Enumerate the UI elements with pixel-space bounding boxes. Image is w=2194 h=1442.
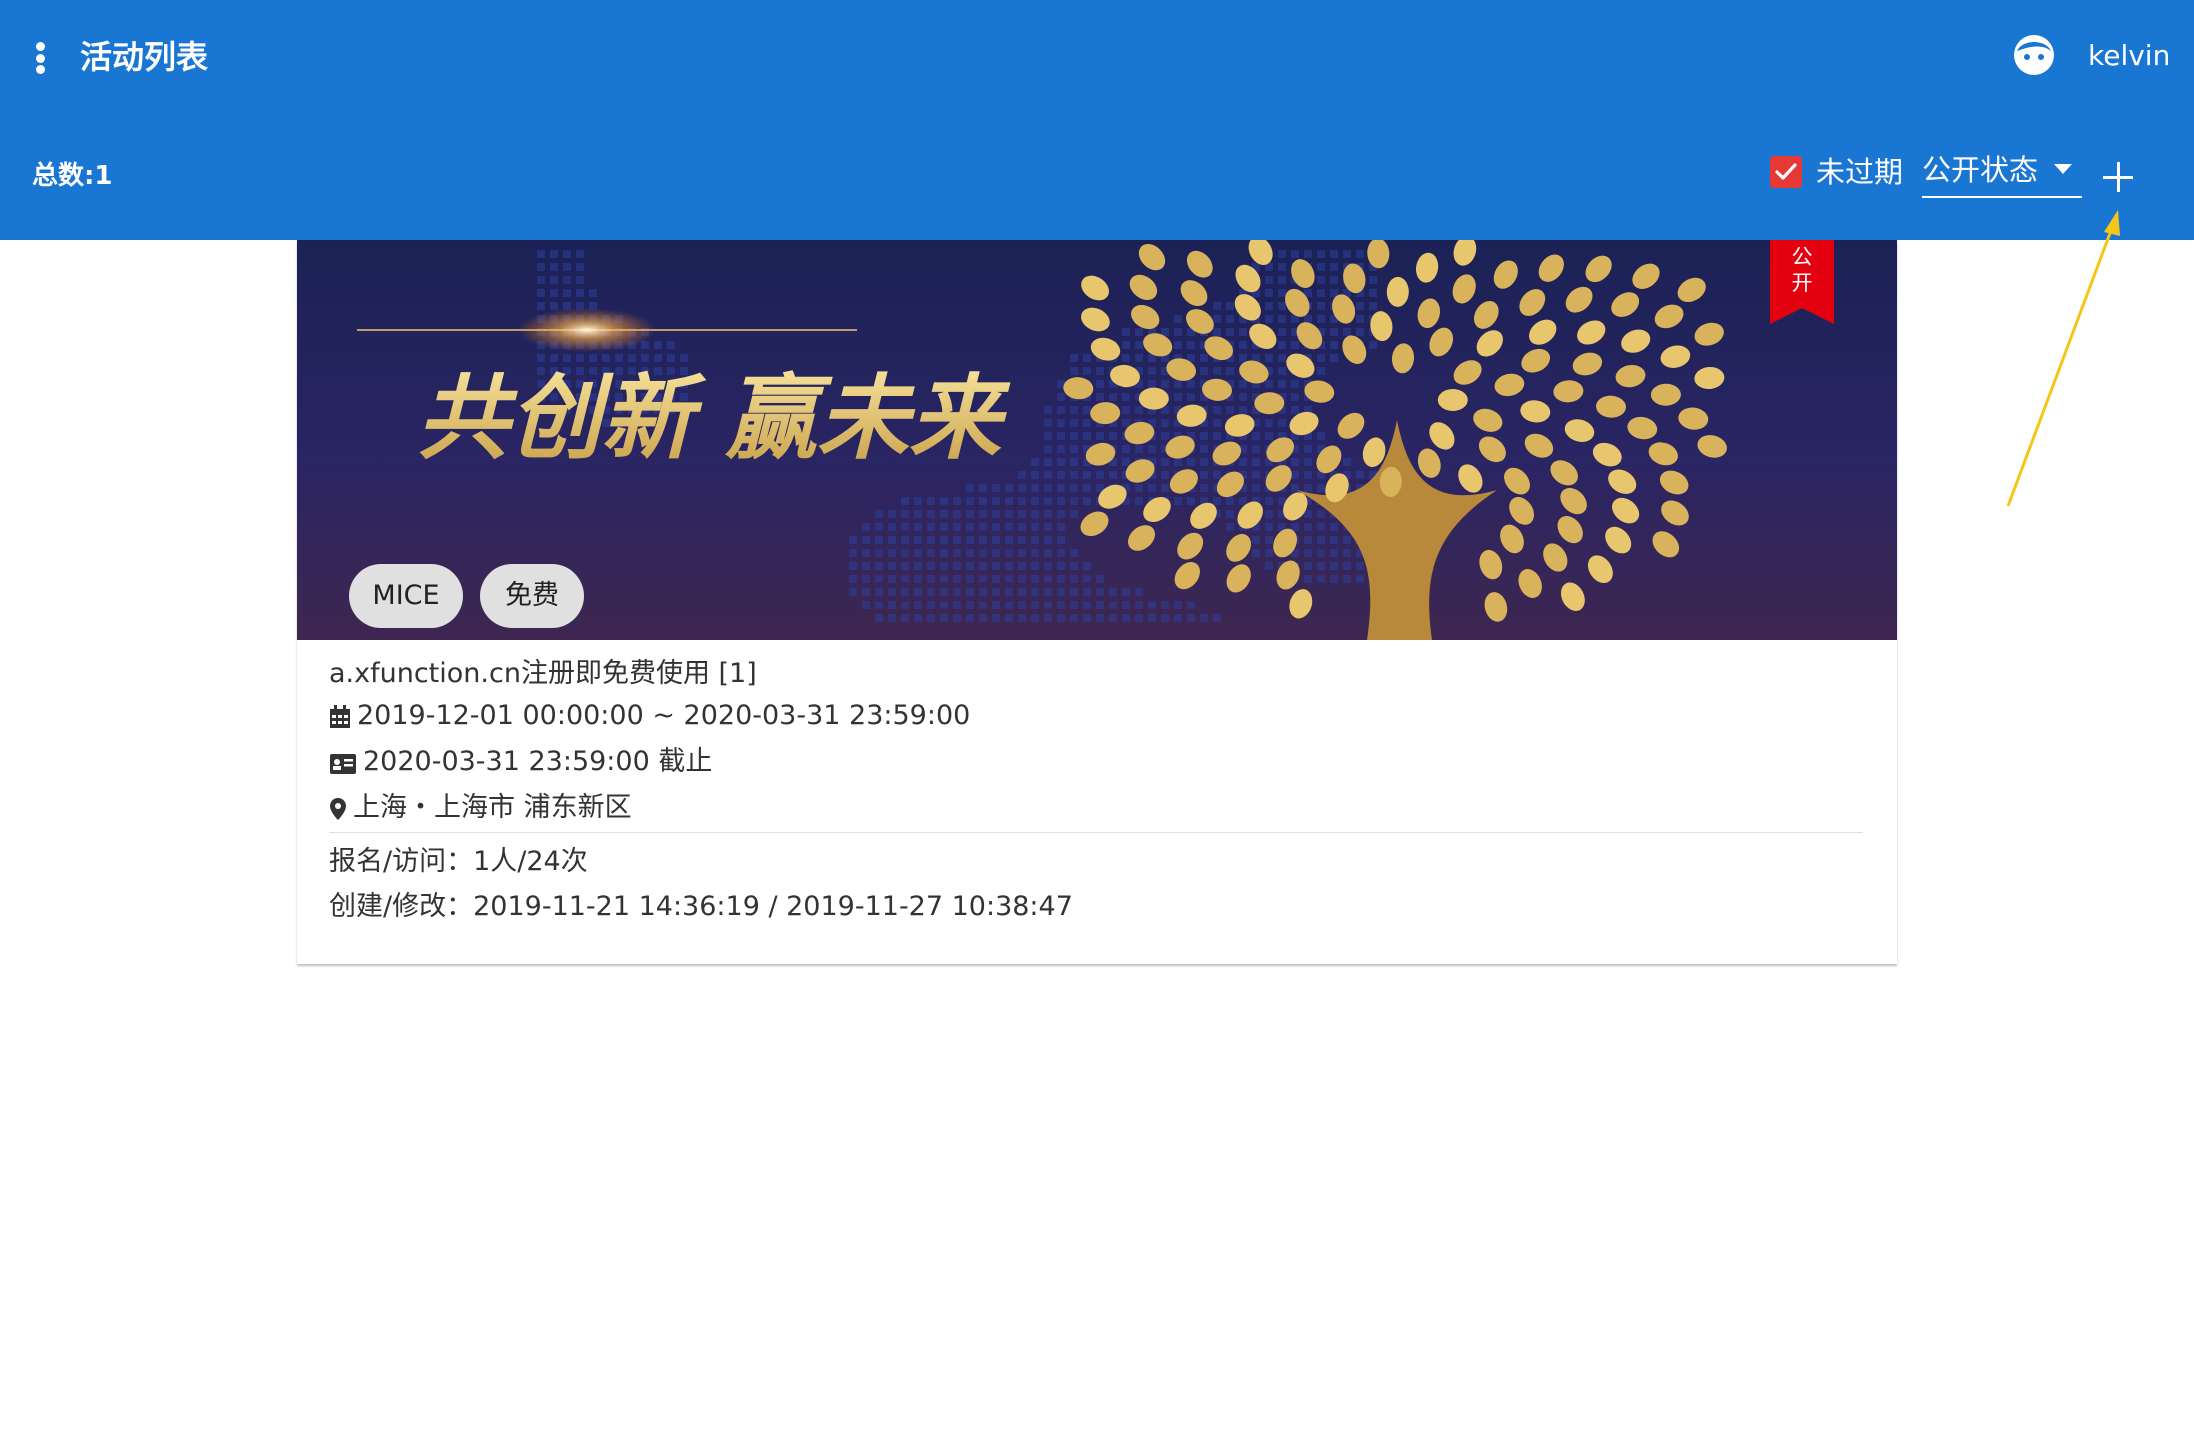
id-card-icon: [330, 754, 356, 774]
chevron-down-icon: [2054, 164, 2072, 174]
stats-label: 报名/访问：: [329, 846, 474, 877]
event-location-row: 上海・上海市 浦东新区: [329, 788, 632, 828]
event-deadline: 2020-03-31 23:59:00 截止: [363, 746, 713, 777]
event-date-range: 2019-12-01 00:00:00 ~ 2020-03-31 23:59:0…: [357, 700, 971, 731]
times-value: 2019-11-21 14:36:19 / 2019-11-27 10:38:4…: [473, 891, 1073, 922]
page-title: 活动列表: [80, 38, 209, 76]
stats-value: 1人/24次: [473, 846, 588, 877]
calendar-icon: [330, 705, 350, 728]
banner-slogan: 共创新 赢未来: [417, 364, 1011, 472]
app-bar: 活动列表 kelvin 总数:1 未过期 公开状态: [0, 0, 2194, 240]
card-divider: [329, 832, 1863, 833]
event-stats-row: 报名/访问：1人/24次: [329, 842, 588, 882]
check-icon: [1775, 163, 1797, 180]
unexpired-checkbox[interactable]: [1770, 156, 1802, 188]
unexpired-label[interactable]: 未过期: [1816, 152, 1903, 192]
tag-chip-free[interactable]: 免费: [480, 564, 584, 628]
more-vert-icon[interactable]: [24, 36, 56, 80]
total-count: 总数:1: [32, 161, 113, 191]
status-select[interactable]: 公开状态: [1922, 148, 2082, 198]
times-label: 创建/修改：: [329, 891, 474, 922]
event-location: 上海・上海市 浦东新区: [353, 792, 632, 823]
map-marker-icon: [330, 798, 346, 820]
event-card[interactable]: 共创新 赢未来 公 开 MICE 免费 a.xfunction.cn注册即免费使…: [297, 240, 1897, 964]
plus-icon[interactable]: [2100, 154, 2144, 202]
face-icon[interactable]: [2012, 33, 2056, 77]
status-select-value: 公开状态: [1922, 153, 2039, 187]
ribbon-char-1: 公: [1791, 245, 1813, 269]
tag-chip-mice[interactable]: MICE: [349, 564, 463, 628]
event-deadline-row: 2020-03-31 23:59:00 截止: [329, 742, 712, 782]
event-times-row: 创建/修改：2019-11-21 14:36:19 / 2019-11-27 1…: [329, 887, 1073, 927]
event-title[interactable]: a.xfunction.cn注册即免费使用 [1]: [329, 654, 757, 694]
public-ribbon: 公 开: [1770, 240, 1834, 324]
username[interactable]: kelvin: [2088, 36, 2170, 76]
event-date-row: 2019-12-01 00:00:00 ~ 2020-03-31 23:59:0…: [329, 696, 970, 736]
ribbon-char-2: 开: [1791, 271, 1813, 295]
